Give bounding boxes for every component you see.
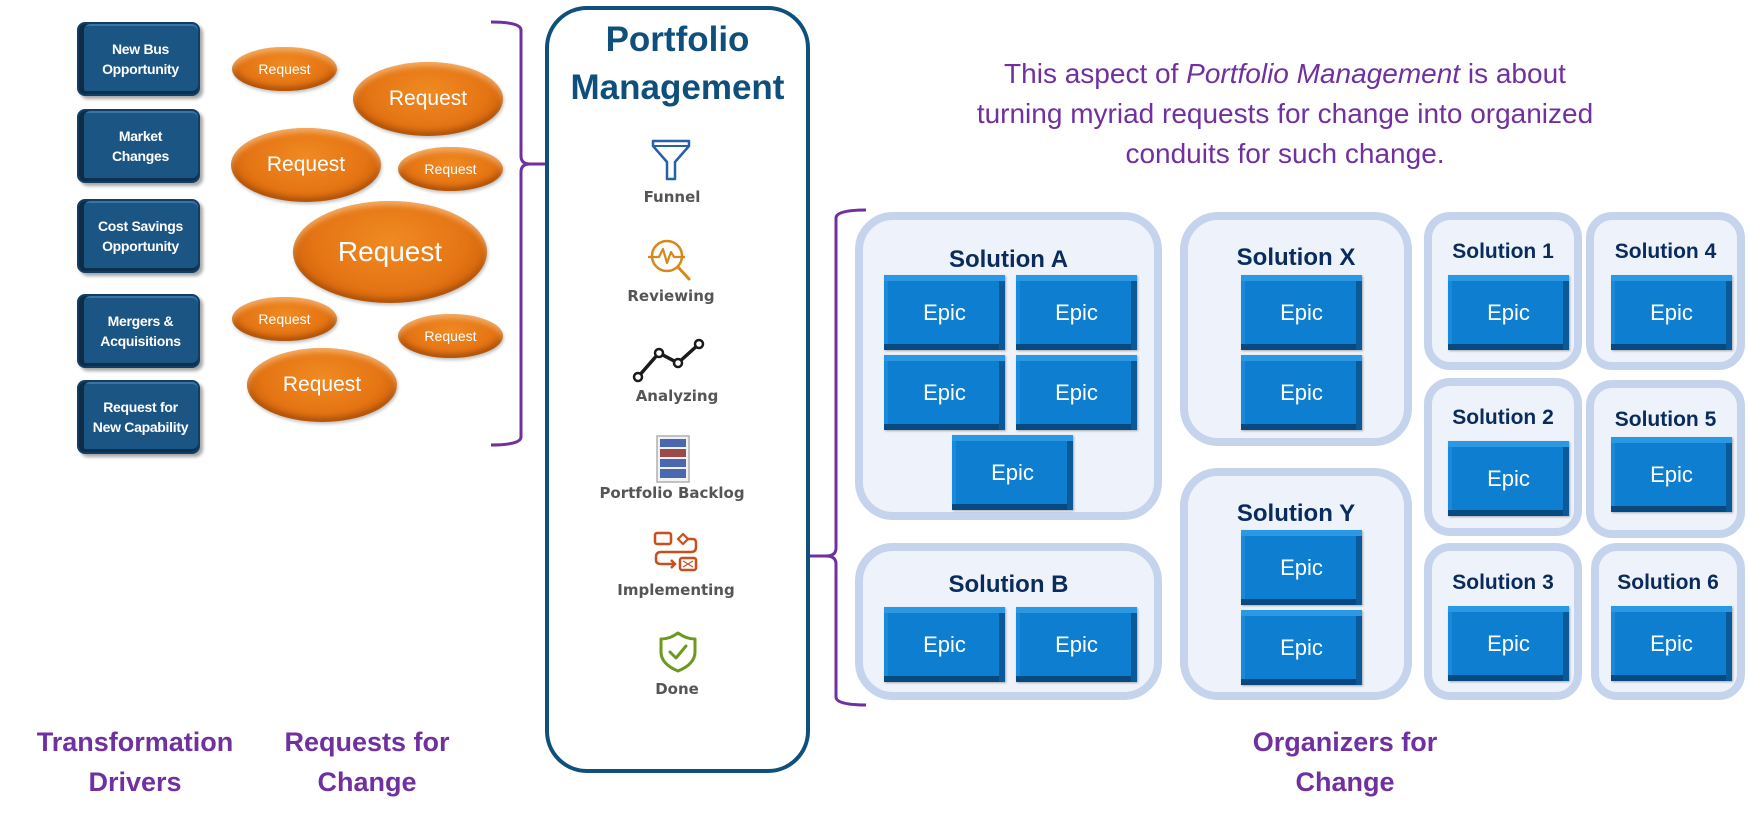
stage-label-implementing: Implementing [617, 581, 735, 599]
stage-label-reviewing: Reviewing [627, 287, 715, 305]
solution-title: Solution 5 [1614, 408, 1717, 431]
epic-tile: Epic [884, 275, 1005, 350]
solution-5-card: Solution 5 Epic [1586, 380, 1745, 538]
epic-tile: Epic [1611, 437, 1732, 512]
epic-tile: Epic [1241, 610, 1362, 685]
solution-title: Solution B [948, 571, 1069, 598]
solution-3-card: Solution 3 Epic [1424, 543, 1582, 700]
solution-6-card: Solution 6 Epic [1591, 543, 1745, 700]
solution-title: Solution 6 [1617, 571, 1719, 594]
epic-tile: Epic [1448, 606, 1569, 681]
solution-title: Solution X [1236, 244, 1356, 271]
solution-4-card: Solution 4 Epic [1586, 212, 1745, 370]
backlog-stack-icon [656, 435, 690, 483]
funnel-icon [651, 139, 691, 181]
requests-brace [490, 20, 531, 447]
solution-y-card: Solution Y Epic Epic [1180, 468, 1412, 700]
solution-title: Solution 3 [1452, 571, 1554, 594]
stage-label-portfolio-backlog: Portfolio Backlog [599, 484, 745, 502]
epic-tile: Epic [1016, 607, 1137, 682]
stage-label-analyzing: Analyzing [635, 387, 719, 405]
epic-tile: Epic [952, 435, 1073, 510]
epic-tile: Epic [1448, 441, 1569, 516]
line-chart-icon [632, 338, 705, 383]
portfolio-management-title: Portfolio Management [570, 20, 785, 107]
footer-label-requests-for-change: Requests for Change [284, 727, 450, 797]
solution-2-card: Solution 2 Epic [1424, 378, 1582, 536]
solution-x-card: Solution X Epic Epic [1180, 212, 1412, 446]
epic-tile: Epic [884, 355, 1005, 430]
solution-title: Solution Y [1236, 500, 1356, 527]
description-prefix: This aspect of [1004, 58, 1187, 89]
solution-title: Solution A [948, 246, 1069, 273]
workflow-icon [653, 531, 698, 572]
solution-title: Solution 2 [1452, 406, 1554, 429]
stage-label-funnel: Funnel [643, 188, 701, 206]
magnifier-pulse-icon [648, 239, 691, 281]
epic-tile: Epic [1241, 275, 1362, 350]
epic-tile: Epic [1611, 606, 1732, 681]
stage-label-done: Done [655, 680, 699, 698]
shield-check-icon [659, 631, 697, 673]
epic-tile: Epic [1611, 275, 1732, 350]
epic-tile: Epic [1016, 275, 1137, 350]
epic-tile: Epic [1241, 355, 1362, 430]
epic-tile: Epic [884, 607, 1005, 682]
description-emphasis: Portfolio Management [1186, 58, 1461, 89]
epic-tile: Epic [1448, 275, 1569, 350]
solution-1-card: Solution 1 Epic [1424, 212, 1582, 370]
epic-tile: Epic [1016, 355, 1137, 430]
footer-label-transformation-drivers: Transformation Drivers [36, 727, 234, 797]
solution-title: Solution 4 [1614, 240, 1717, 263]
epic-tile: Epic [1241, 530, 1362, 605]
solution-a-card: Solution A Epic Epic Epic Epic Epic [855, 212, 1162, 520]
footer-label-organizers-for-change: Organizers for Change [1252, 727, 1438, 797]
description-text: This aspect of Portfolio Management is a… [960, 54, 1610, 174]
solution-b-card: Solution B Epic Epic [855, 543, 1162, 700]
solution-title: Solution 1 [1452, 240, 1554, 263]
